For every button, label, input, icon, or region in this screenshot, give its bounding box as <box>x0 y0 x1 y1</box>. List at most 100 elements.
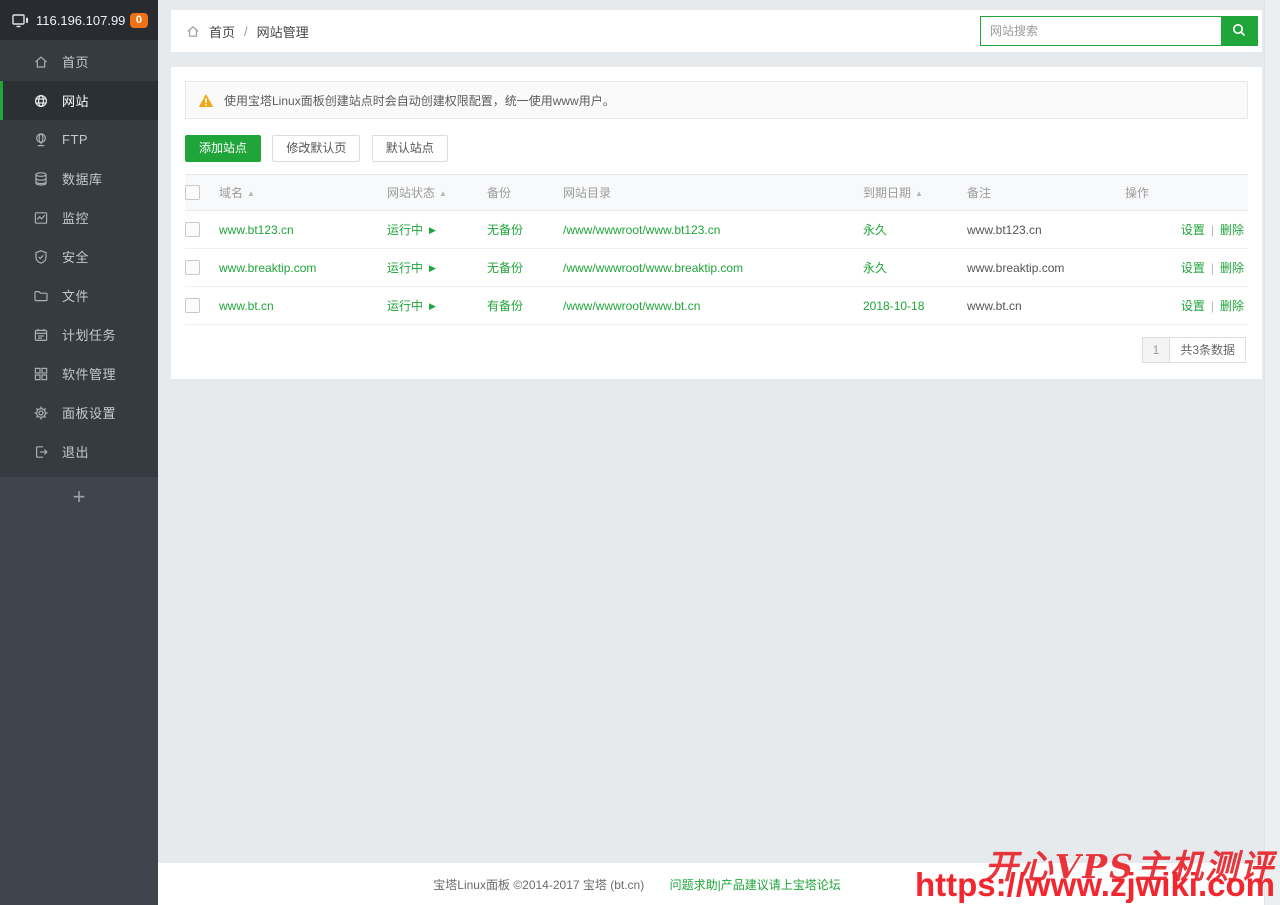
site-search <box>980 16 1258 46</box>
delete-link[interactable]: 删除 <box>1220 223 1244 237</box>
backup-link[interactable]: 无备份 <box>487 261 523 275</box>
toolbar: 添加站点 修改默认页 默认站点 <box>185 135 1248 162</box>
sidebar-item-label: 首页 <box>62 52 89 71</box>
search-input[interactable] <box>981 17 1221 45</box>
backup-link[interactable]: 有备份 <box>487 299 523 313</box>
column-header-action: 操作 <box>1125 175 1248 211</box>
folder-icon <box>33 288 49 304</box>
table-body: www.bt123.cn 运行中▶ 无备份 /www/wwwroot/www.b… <box>185 211 1248 325</box>
sidebar-item-cron[interactable]: 计划任务 <box>0 315 158 354</box>
sidebar-item-config[interactable]: 面板设置 <box>0 393 158 432</box>
remark-text: www.bt123.cn <box>967 223 1042 237</box>
sort-asc-icon: ▲ <box>247 189 255 198</box>
sidebar-item-label: 文件 <box>62 286 89 305</box>
settings-link[interactable]: 设置 <box>1181 299 1205 313</box>
delete-link[interactable]: 删除 <box>1220 299 1244 313</box>
info-alert: 使用宝塔Linux面板创建站点时会自动创建权限配置，统一使用www用户。 <box>185 81 1248 119</box>
home-icon <box>33 54 49 70</box>
message-count-badge[interactable]: 0 <box>130 13 148 28</box>
table-row: www.breaktip.com 运行中▶ 无备份 /www/wwwroot/w… <box>185 249 1248 287</box>
sidebar-item-label: 安全 <box>62 247 89 266</box>
site-path-link[interactable]: /www/wwwroot/www.bt.cn <box>563 299 700 313</box>
column-header-domain[interactable]: 域名▲ <box>219 175 387 211</box>
warning-icon <box>198 93 214 108</box>
default-site-button[interactable]: 默认站点 <box>372 135 448 162</box>
action-separator: | <box>1211 261 1214 275</box>
column-header-expire[interactable]: 到期日期▲ <box>863 175 967 211</box>
domain-link[interactable]: www.breaktip.com <box>219 261 316 275</box>
remark-text: www.breaktip.com <box>967 261 1064 275</box>
modify-default-page-button[interactable]: 修改默认页 <box>272 135 360 162</box>
ftp-icon <box>33 132 49 148</box>
sidebar-item-monitor[interactable]: 监控 <box>0 198 158 237</box>
column-header-path: 网站目录 <box>563 175 863 211</box>
table-row: www.bt123.cn 运行中▶ 无备份 /www/wwwroot/www.b… <box>185 211 1248 249</box>
delete-link[interactable]: 删除 <box>1220 261 1244 275</box>
column-header-status[interactable]: 网站状态▲ <box>387 175 487 211</box>
breadcrumb-home[interactable]: 首页 <box>209 22 235 41</box>
settings-link[interactable]: 设置 <box>1181 223 1205 237</box>
search-button[interactable] <box>1221 17 1257 45</box>
table-row: www.bt.cn 运行中▶ 有备份 /www/wwwroot/www.bt.c… <box>185 287 1248 325</box>
action-separator: | <box>1211 223 1214 237</box>
app-window: 116.196.107.99 0 首页 网站 FTP 数据库 监控 安全 <box>0 0 1280 905</box>
sidebar-item-database[interactable]: 数据库 <box>0 159 158 198</box>
sort-asc-icon: ▲ <box>915 189 923 198</box>
breadcrumb-separator: / <box>244 24 248 39</box>
site-path-link[interactable]: /www/wwwroot/www.breaktip.com <box>563 261 743 275</box>
backup-link[interactable]: 无备份 <box>487 223 523 237</box>
logout-icon <box>33 444 49 460</box>
row-checkbox[interactable] <box>185 298 200 313</box>
breadcrumb-current: 网站管理 <box>257 22 309 41</box>
sidebar-item-label: 计划任务 <box>62 325 116 344</box>
sidebar-item-files[interactable]: 文件 <box>0 276 158 315</box>
sidebar-menu: 首页 网站 FTP 数据库 监控 安全 文件 计划任务 <box>0 40 158 477</box>
home-icon[interactable] <box>185 24 201 39</box>
site-manage-card: 使用宝塔Linux面板创建站点时会自动创建权限配置，统一使用www用户。 添加站… <box>171 67 1262 379</box>
play-icon: ▶ <box>429 263 436 273</box>
grid-icon <box>33 366 49 382</box>
select-all-cell <box>185 175 219 211</box>
globe-icon <box>33 93 49 109</box>
row-checkbox[interactable] <box>185 222 200 237</box>
sidebar-header: 116.196.107.99 0 <box>0 0 158 40</box>
sidebar-item-home[interactable]: 首页 <box>0 42 158 81</box>
page-number[interactable]: 1 <box>1142 337 1171 363</box>
calendar-icon <box>33 327 49 343</box>
sidebar-item-soft[interactable]: 软件管理 <box>0 354 158 393</box>
sidebar-bottom: + <box>0 477 158 905</box>
row-checkbox[interactable] <box>185 260 200 275</box>
sidebar-item-logout[interactable]: 退出 <box>0 432 158 471</box>
breadcrumb: 首页 / 网站管理 <box>185 22 309 41</box>
pagination-total: 共3条数据 <box>1170 337 1246 363</box>
pagination: 1 共3条数据 <box>185 337 1246 363</box>
scrollbar[interactable] <box>1264 0 1280 905</box>
sidebar-add-button[interactable]: + <box>53 481 106 513</box>
site-status[interactable]: 运行中▶ <box>387 299 436 313</box>
footer-forum-link[interactable]: 问题求助|产品建议请上宝塔论坛 <box>670 878 841 892</box>
domain-link[interactable]: www.bt.cn <box>219 299 274 313</box>
sidebar-item-label: 网站 <box>62 91 89 110</box>
sidebar-item-ftp[interactable]: FTP <box>0 120 158 159</box>
column-header-remark: 备注 <box>967 175 1125 211</box>
site-status[interactable]: 运行中▶ <box>387 261 436 275</box>
expire-date[interactable]: 2018-10-18 <box>863 299 924 313</box>
settings-link[interactable]: 设置 <box>1181 261 1205 275</box>
sort-asc-icon: ▲ <box>439 189 447 198</box>
database-icon <box>33 171 49 187</box>
select-all-checkbox[interactable] <box>185 185 200 200</box>
domain-link[interactable]: www.bt123.cn <box>219 223 294 237</box>
play-icon: ▶ <box>429 225 436 235</box>
column-header-backup: 备份 <box>487 175 563 211</box>
footer: 宝塔Linux面板 ©2014-2017 宝塔 (bt.cn) 问题求助|产品建… <box>158 863 1280 905</box>
server-monitor-icon <box>12 13 29 28</box>
sidebar-item-label: 软件管理 <box>62 364 116 383</box>
site-status[interactable]: 运行中▶ <box>387 223 436 237</box>
sidebar-item-site[interactable]: 网站 <box>0 81 158 120</box>
monitor-icon <box>33 210 49 226</box>
expire-date[interactable]: 永久 <box>863 261 887 275</box>
sidebar-item-security[interactable]: 安全 <box>0 237 158 276</box>
add-site-button[interactable]: 添加站点 <box>185 135 261 162</box>
site-path-link[interactable]: /www/wwwroot/www.bt123.cn <box>563 223 720 237</box>
expire-date[interactable]: 永久 <box>863 223 887 237</box>
